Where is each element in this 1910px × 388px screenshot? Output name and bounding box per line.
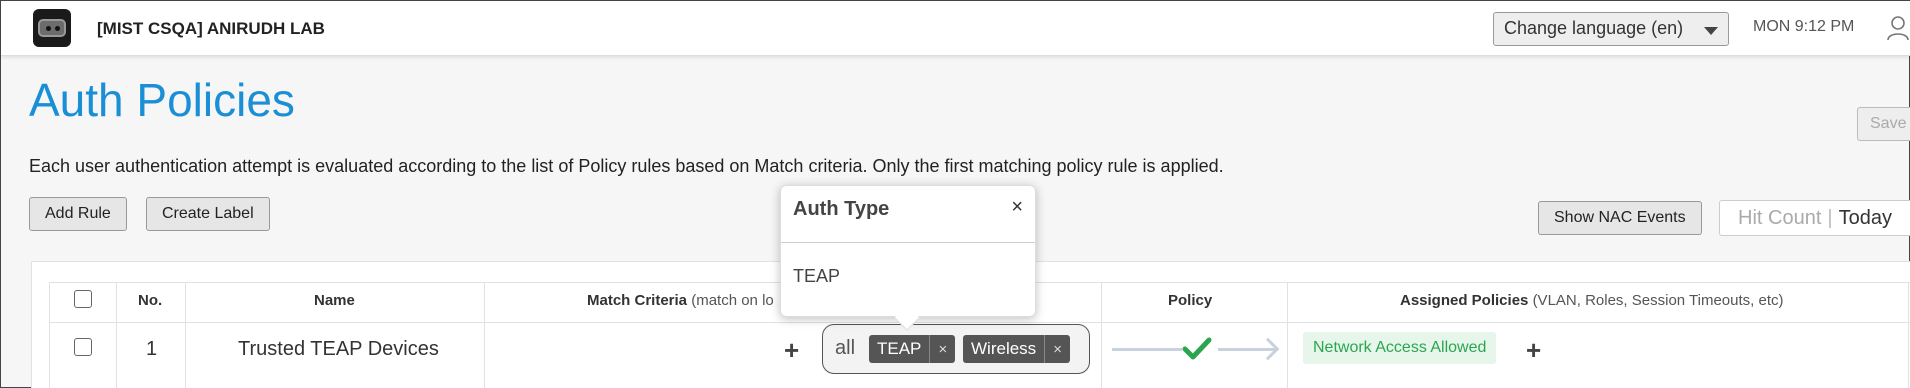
hit-count-toggle[interactable]: Hit Count | Today: [1719, 200, 1910, 236]
match-tag-label[interactable]: TEAP: [869, 339, 929, 359]
create-label-button[interactable]: Create Label: [146, 197, 270, 231]
match-tag-label[interactable]: Wireless: [963, 339, 1044, 359]
close-icon[interactable]: ×: [1011, 196, 1023, 219]
page-description: Each user authentication attempt is eval…: [29, 156, 1224, 176]
remove-tag-icon[interactable]: ×: [1044, 335, 1070, 363]
hit-count-period[interactable]: Today: [1839, 207, 1892, 229]
popover-divider: [781, 242, 1035, 243]
match-tag-wireless[interactable]: Wireless ×: [963, 335, 1071, 363]
assigned-policy-badge[interactable]: Network Access Allowed: [1303, 332, 1497, 364]
clock: MON 9:12 PM: [1753, 18, 1855, 35]
policy-flow-line: [1112, 348, 1182, 351]
column-header-name: Name: [314, 292, 355, 309]
column-header-policy: Policy: [1168, 292, 1213, 309]
user-icon[interactable]: [1887, 15, 1909, 41]
column-header-match-criteria-label: Match Criteria: [587, 292, 688, 309]
row-checkbox[interactable]: [74, 338, 92, 356]
column-header-assigned-policies-sub: (VLAN, Roles, Session Timeouts, etc): [1532, 292, 1784, 309]
column-header-assigned-policies: Assigned Policies (VLAN, Roles, Session …: [1400, 292, 1784, 309]
column-header-match-criteria: Match Criteria (match on lo: [587, 292, 774, 309]
auth-type-popover: Auth Type × TEAP: [780, 185, 1036, 331]
add-rule-button[interactable]: Add Rule: [29, 197, 127, 231]
show-nac-events-button[interactable]: Show NAC Events: [1538, 201, 1702, 235]
remove-tag-icon[interactable]: ×: [929, 335, 955, 363]
arrow-right-icon: [1256, 337, 1280, 361]
save-button[interactable]: Save: [1857, 107, 1910, 141]
popover-value: TEAP: [793, 266, 841, 286]
popover-title: Auth Type: [793, 198, 890, 220]
match-criteria-pill[interactable]: all TEAP × Wireless ×: [822, 324, 1090, 374]
language-select[interactable]: Change language (en): [1493, 12, 1729, 46]
rule-name[interactable]: Trusted TEAP Devices: [238, 338, 439, 361]
column-header-no: No.: [138, 292, 163, 309]
mist-logo-icon[interactable]: [33, 9, 71, 47]
chevron-down-icon: [1704, 27, 1718, 35]
hit-count-separator: |: [1827, 207, 1833, 229]
match-tag-teap[interactable]: TEAP ×: [869, 335, 956, 363]
hit-count-label: Hit Count: [1738, 207, 1822, 229]
page-title: Auth Policies: [29, 74, 295, 126]
top-bar: [MIST CSQA] ANIRUDH LAB Change language …: [1, 1, 1910, 56]
language-select-label: Change language (en): [1504, 18, 1684, 38]
check-icon[interactable]: [1182, 336, 1212, 362]
add-match-criteria-icon[interactable]: +: [784, 337, 799, 363]
org-name[interactable]: [MIST CSQA] ANIRUDH LAB: [97, 19, 325, 39]
row-number: 1: [146, 338, 158, 360]
column-header-assigned-policies-label: Assigned Policies: [1400, 292, 1529, 309]
column-header-match-criteria-sub: (match on lo: [691, 292, 774, 309]
select-all-checkbox[interactable]: [74, 290, 92, 308]
add-assigned-policy-icon[interactable]: +: [1526, 337, 1541, 363]
match-mode[interactable]: all: [835, 337, 855, 360]
